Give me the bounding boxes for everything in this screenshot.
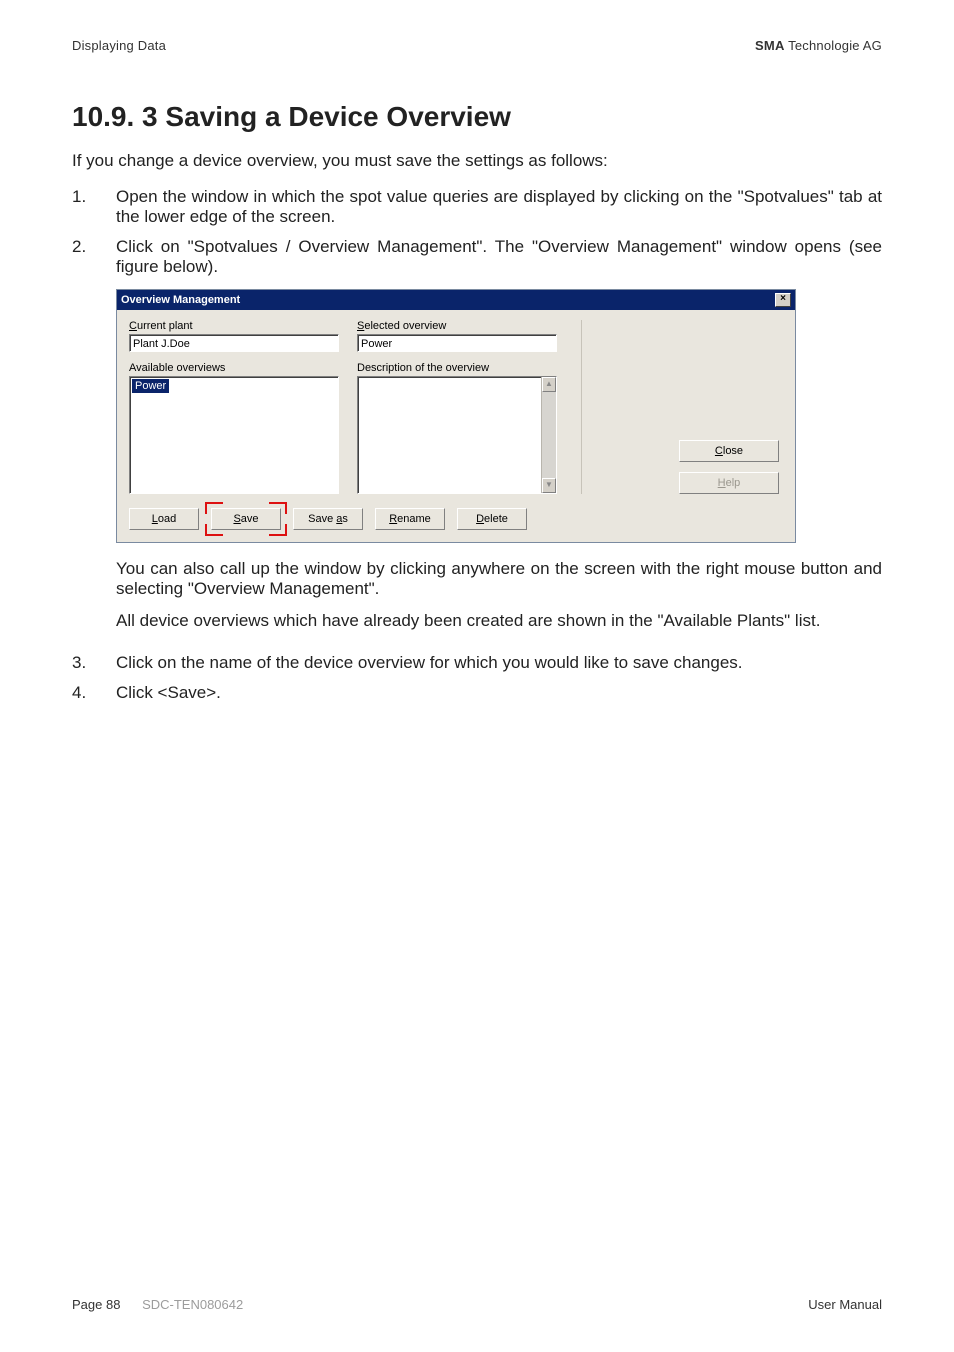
overview-management-figure: Overview Management × Current plant Plan…	[116, 289, 882, 543]
window-body: Current plant Plant J.Doe Available over…	[117, 310, 795, 542]
available-overviews-label: Available overviews	[129, 362, 339, 374]
delete-button[interactable]: Delete	[457, 508, 527, 530]
close-button[interactable]: Close	[679, 440, 779, 462]
current-plant-label: Current plant	[129, 320, 339, 332]
description-label: Description of the overview	[357, 362, 557, 374]
header-right: SMA Technologie AG	[755, 38, 882, 53]
footer-left: Page 88 SDC-TEN080642	[72, 1297, 243, 1312]
footer-right: User Manual	[808, 1297, 882, 1312]
highlight-corner-icon	[205, 502, 223, 514]
left-column: Current plant Plant J.Doe Available over…	[129, 320, 339, 494]
titlebar: Overview Management ×	[117, 290, 795, 310]
window-title: Overview Management	[121, 294, 240, 306]
page-footer: Page 88 SDC-TEN080642 User Manual	[72, 1297, 882, 1312]
step-note: All device overviews which have already …	[116, 611, 882, 631]
step-number: 4.	[72, 683, 116, 703]
step-body: Open the window in which the spot value …	[116, 187, 882, 227]
step-body: Click on "Spotvalues / Overview Manageme…	[116, 237, 882, 643]
step-body: Click <Save>.	[116, 683, 882, 703]
step-2: 2. Click on "Spotvalues / Overview Manag…	[72, 237, 882, 643]
section-title: 10.9. 3 Saving a Device Overview	[72, 101, 882, 133]
close-icon[interactable]: ×	[775, 293, 791, 307]
step-1: 1. Open the window in which the spot val…	[72, 187, 882, 227]
header-left: Displaying Data	[72, 38, 166, 53]
help-button[interactable]: Help	[679, 472, 779, 494]
save-as-button[interactable]: Save as	[293, 508, 363, 530]
selected-overview-field[interactable]: Power	[357, 334, 557, 352]
steps-list: 1. Open the window in which the spot val…	[72, 187, 882, 703]
page-number: Page 88	[72, 1297, 120, 1312]
highlight-corner-icon	[269, 502, 287, 514]
overview-management-window: Overview Management × Current plant Plan…	[116, 289, 796, 543]
current-plant-field[interactable]: Plant J.Doe	[129, 334, 339, 352]
step-3: 3. Click on the name of the device overv…	[72, 653, 882, 673]
rename-button[interactable]: Rename	[375, 508, 445, 530]
page-header: Displaying Data SMA Technologie AG	[72, 38, 882, 53]
middle-column: Selected overview Power Description of t…	[357, 320, 557, 494]
description-textarea[interactable]: ▲ ▼	[357, 376, 557, 494]
lead-text: If you change a device overview, you mus…	[72, 151, 882, 171]
header-brand: SMA	[755, 38, 785, 53]
step-note: You can also call up the window by click…	[116, 559, 882, 599]
list-item[interactable]: Power	[132, 379, 169, 393]
available-overviews-list[interactable]: Power	[129, 376, 339, 494]
highlight-corner-icon	[269, 524, 287, 536]
scroll-down-icon[interactable]: ▼	[542, 478, 556, 493]
right-column: Close Help	[581, 320, 783, 494]
scrollbar[interactable]: ▲ ▼	[541, 377, 556, 493]
selected-overview-label: Selected overview	[357, 320, 557, 332]
step-4: 4. Click <Save>.	[72, 683, 882, 703]
step-number: 2.	[72, 237, 116, 643]
scroll-up-icon[interactable]: ▲	[542, 377, 556, 392]
highlight-corner-icon	[205, 524, 223, 536]
load-button[interactable]: Load	[129, 508, 199, 530]
step-number: 1.	[72, 187, 116, 227]
save-button-highlight: Save	[211, 508, 281, 530]
document-id: SDC-TEN080642	[142, 1297, 243, 1312]
step-text: Click on "Spotvalues / Overview Manageme…	[116, 237, 882, 277]
step-body: Click on the name of the device overview…	[116, 653, 882, 673]
button-row: Load Save Save as Rename Delete	[129, 508, 783, 530]
step-number: 3.	[72, 653, 116, 673]
header-company: Technologie AG	[785, 38, 882, 53]
